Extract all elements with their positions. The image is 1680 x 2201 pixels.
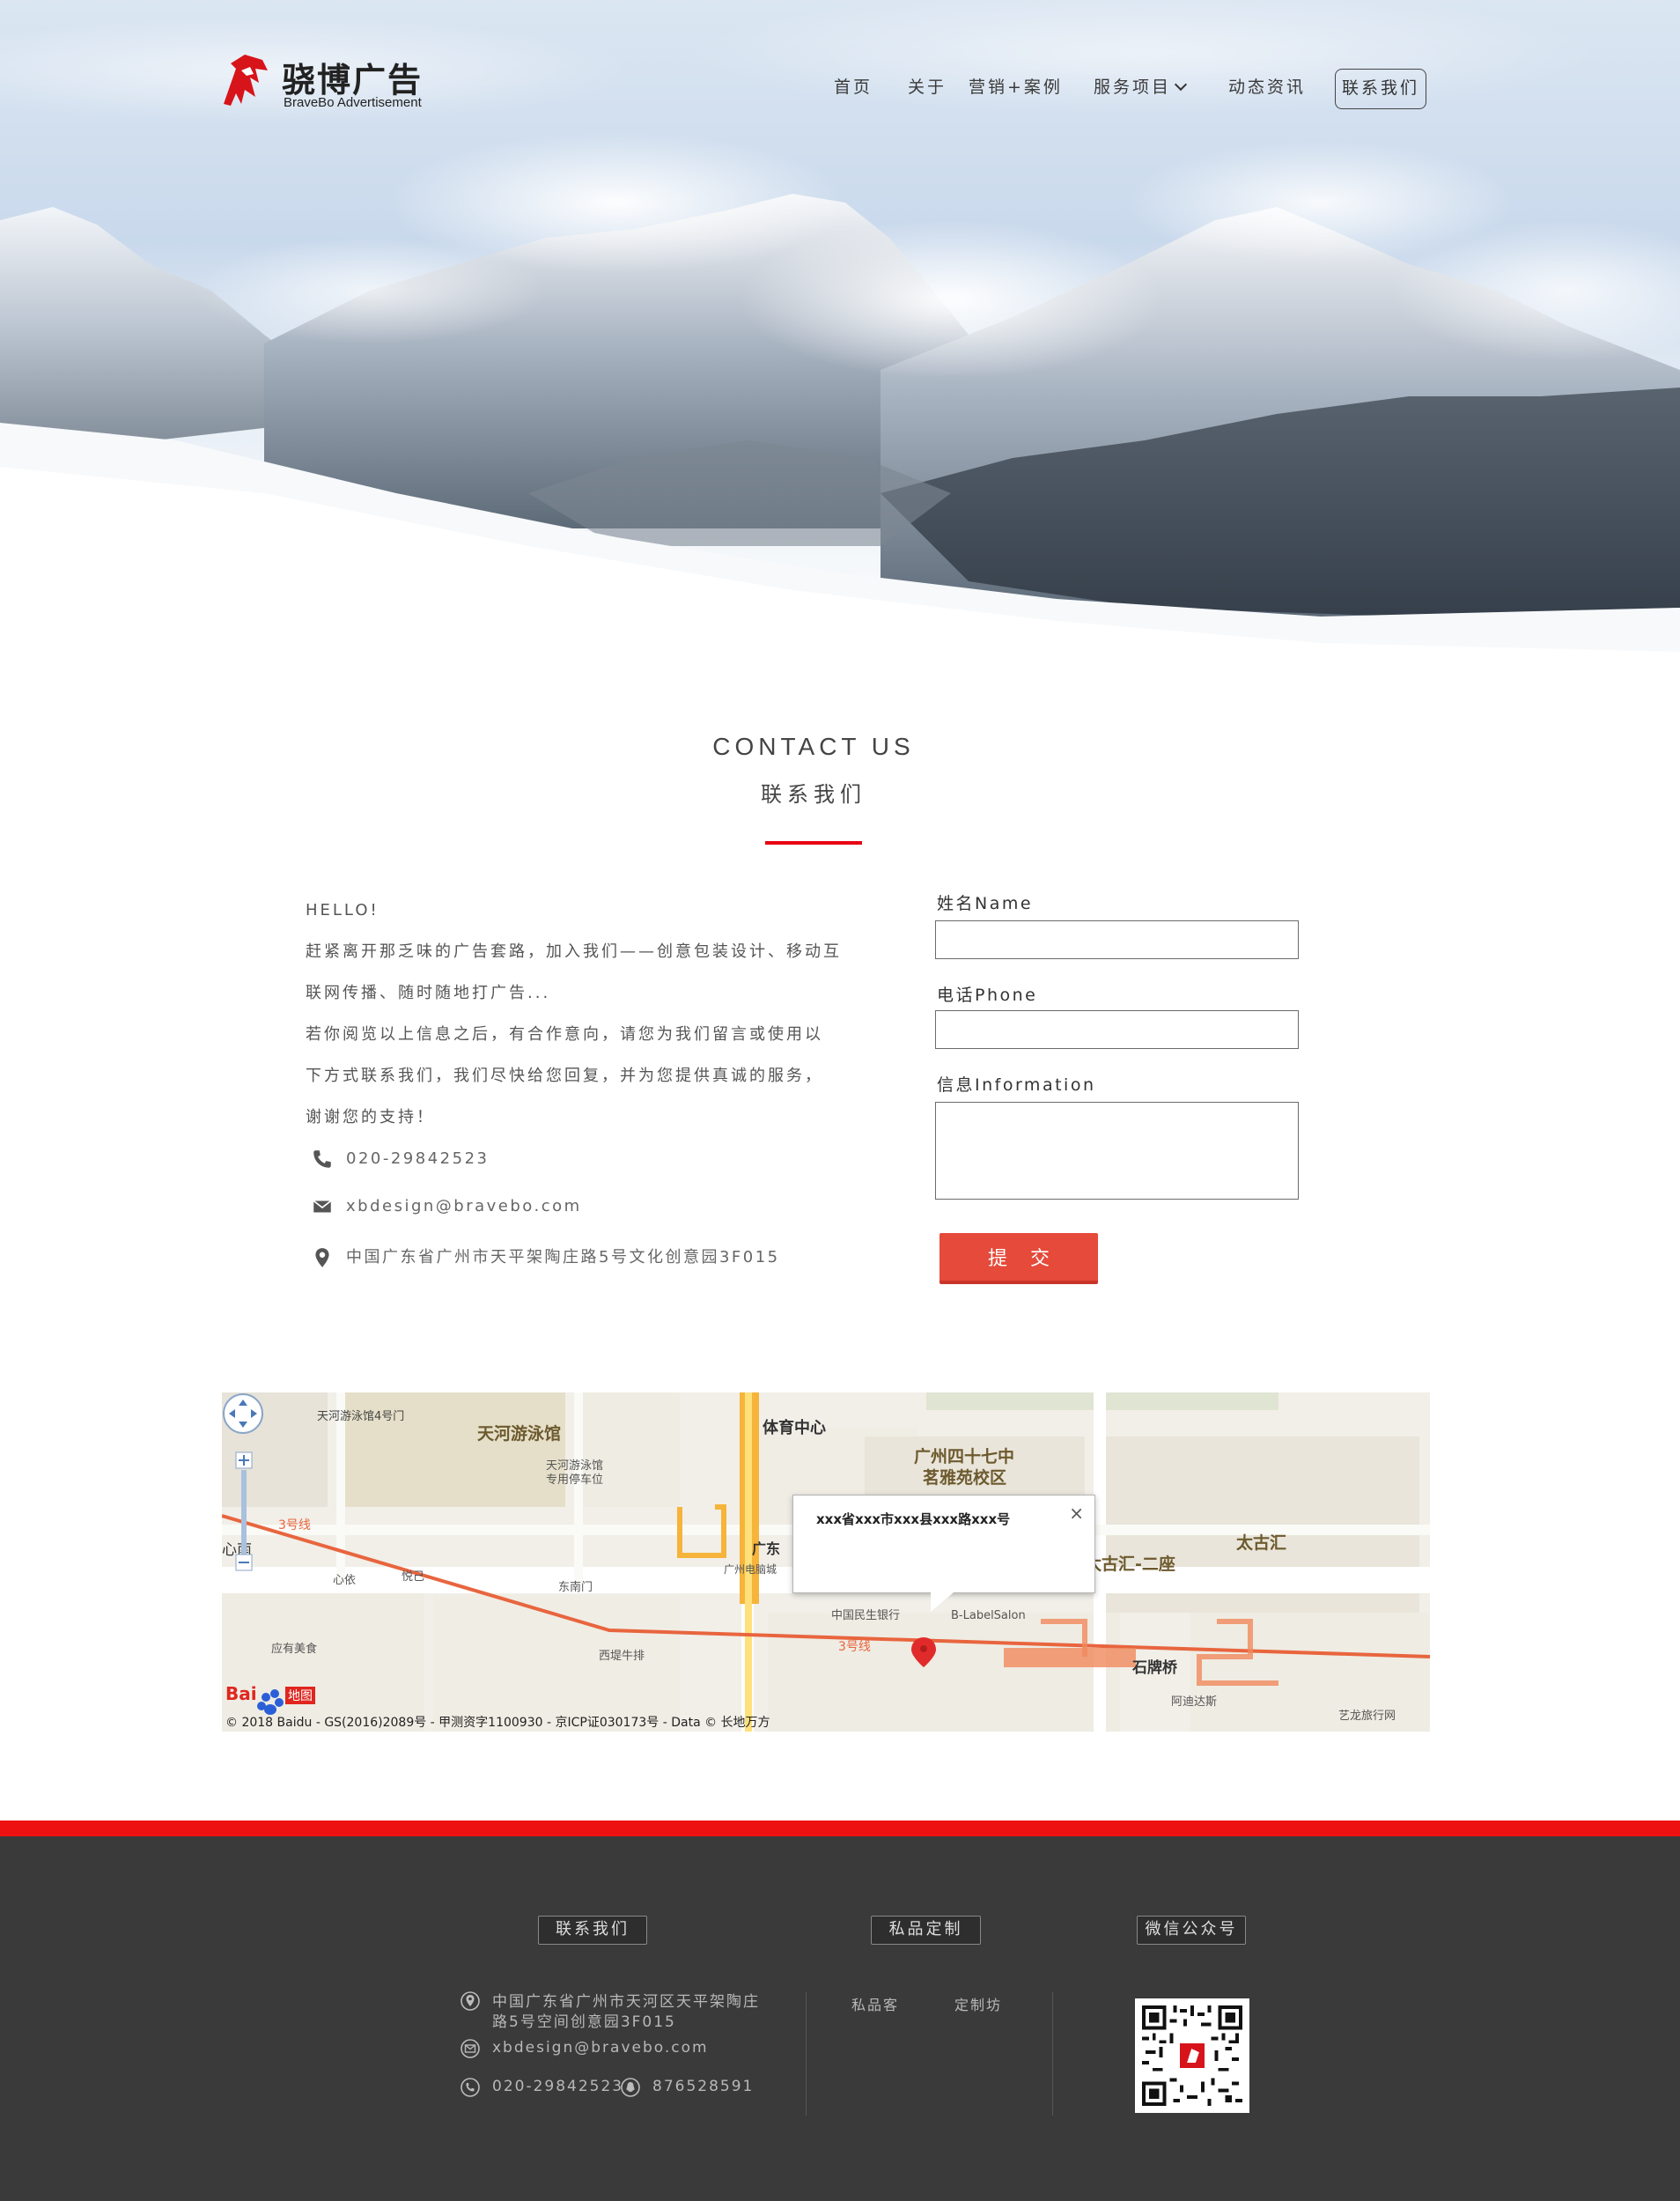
submit-button[interactable]: 提交 <box>939 1233 1098 1284</box>
map-label: 3号线 <box>278 1518 311 1533</box>
footer-divider <box>806 1992 807 2116</box>
footer-phone: 020-29842523 <box>492 2078 624 2095</box>
wechat-qr-code <box>1135 1998 1249 2113</box>
map-label: 天河游泳馆 <box>477 1424 562 1444</box>
section-title-en: CONTACT US <box>712 733 915 760</box>
map-label: 广东 <box>752 1540 781 1557</box>
contact-address: 中国广东省广州市天平架陶庄路5号文化创意园3F015 <box>311 1245 780 1271</box>
footer-custom-title: 私品定制 <box>871 1916 981 1945</box>
contact-address-text: 中国广东省广州市天平架陶庄路5号文化创意园3F015 <box>346 1248 780 1267</box>
contact-email-text: xbdesign@bravebo.com <box>346 1197 582 1215</box>
mail-icon <box>313 1200 332 1213</box>
phone-icon <box>313 1150 331 1168</box>
map-label: B-LabelSalon <box>951 1609 1026 1622</box>
contact-phone: 020-29842523 <box>311 1146 489 1172</box>
footer-accent-bar <box>0 1821 1680 1836</box>
location-pin-icon <box>461 1991 480 2011</box>
chevron-down-icon <box>1174 78 1188 92</box>
map-zoom-control[interactable] <box>222 1392 271 1577</box>
map-popup-address: xxx省xxx市xxx县xxx路xxx号 <box>816 1511 1011 1527</box>
name-input[interactable] <box>935 920 1299 959</box>
map-info-window: xxx省xxx市xxx县xxx路xxx号 × <box>792 1495 1095 1612</box>
intro-line: 下方式联系我们，我们尽快给您回复，并为您提供真诚的服务， <box>306 1067 823 1085</box>
map-label: 太古汇-二座 <box>1085 1555 1175 1574</box>
map-label: 太古汇 <box>1236 1533 1287 1553</box>
map-label: 阿迪达斯 <box>1171 1695 1218 1709</box>
intro-line: 联网传播、随时随地打广告... <box>306 984 551 1002</box>
location-map[interactable]: 天河游泳馆4号门 天河游泳馆 天河游泳馆 专用停车位 体育中心 广州四十七中 茗… <box>222 1392 1430 1732</box>
brand-logo[interactable]: 骁博广告 BraveBo Advertisement <box>215 51 426 111</box>
intro-line: 若你阅览以上信息之后，有合作意向，请您为我们留言或使用以 <box>306 1025 823 1044</box>
location-pin-icon <box>315 1248 329 1267</box>
intro-line: HELLO! <box>306 901 379 920</box>
phone-input[interactable] <box>935 1010 1299 1049</box>
logo-icon <box>224 55 268 106</box>
map-label: 西堤牛排 <box>599 1650 645 1663</box>
intro-line: 赶紧离开那乏味的广告套路，加入我们——创意包装设计、移动互 <box>306 942 842 961</box>
map-label: 石牌桥 <box>1132 1659 1177 1677</box>
contact-email: xbdesign@bravebo.com <box>311 1193 582 1220</box>
brand-name-cn: 骁博广告 <box>282 61 424 100</box>
footer-link-sipinke[interactable]: 私品客 <box>851 1993 899 2014</box>
nav-services-label: 服务项目 <box>1094 78 1172 97</box>
footer-divider <box>1052 1992 1053 2116</box>
footer-wechat-title: 微信公众号 <box>1137 1916 1246 1945</box>
footer-address-line2: 路5号空间创意园3F015 <box>492 2013 676 2031</box>
intro-line: 谢谢您的支持！ <box>306 1108 435 1126</box>
nav-contact-button[interactable]: 联系我们 <box>1335 69 1426 109</box>
nav-home[interactable]: 首页 <box>834 74 873 100</box>
map-provider-logo: Bai <box>225 1683 257 1704</box>
nav-cases[interactable]: 营销+案例 <box>969 74 1063 100</box>
footer-link-dingzhifang[interactable]: 定制坊 <box>954 1993 1002 2014</box>
info-textarea[interactable] <box>935 1102 1299 1200</box>
popup-tail <box>931 1592 954 1612</box>
name-label: 姓名Name <box>937 894 1034 913</box>
map-label: 天河游泳馆4号门 <box>317 1410 405 1423</box>
nav-about[interactable]: 关于 <box>908 74 947 100</box>
info-label: 信息Information <box>937 1075 1096 1095</box>
map-provider-logo-text: 地图 <box>285 1687 315 1704</box>
footer <box>0 1836 1680 2201</box>
title-underline <box>765 841 862 845</box>
close-icon[interactable]: × <box>1069 1503 1084 1524</box>
map-label: 广州四十七中 <box>914 1447 1015 1466</box>
intro-text: HELLO! 赶紧离开那乏味的广告套路，加入我们——创意包装设计、移动互 联网传… <box>306 890 843 1138</box>
contact-phone-text: 020-29842523 <box>346 1149 490 1168</box>
qq-icon <box>621 2078 640 2097</box>
nav-news[interactable]: 动态资讯 <box>1228 74 1306 100</box>
map-label: 体育中心 <box>763 1419 826 1437</box>
mail-icon <box>461 2039 480 2058</box>
footer-email[interactable]: xbdesign@bravebo.com <box>492 2039 709 2057</box>
phone-label: 电话Phone <box>937 986 1038 1005</box>
map-label: 广州电脑城 <box>724 1563 777 1576</box>
map-label: 心依 <box>333 1574 357 1587</box>
map-label: 茗雅苑校区 <box>923 1468 1007 1488</box>
footer-contact-title: 联系我们 <box>538 1916 647 1945</box>
map-label: 专用停车位 <box>546 1473 604 1487</box>
footer-address-line1: 中国广东省广州市天河区天平架陶庄 <box>492 1993 760 2011</box>
hero-banner: 骁博广告 BraveBo Advertisement 首页 关于 营销+案例 服… <box>0 0 1680 690</box>
section-title-cn: 联系我们 <box>761 782 866 807</box>
nav-services[interactable]: 服务项目 <box>1094 74 1188 100</box>
map-copyright: © 2018 Baidu - GS(2016)2089号 - 甲测资字11009… <box>225 1716 770 1730</box>
phone-icon <box>461 2078 480 2097</box>
brand-name-en: BraveBo Advertisement <box>284 95 422 110</box>
map-label: 艺龙旅行网 <box>1338 1710 1396 1723</box>
map-label: 应有美食 <box>271 1643 318 1656</box>
map-label: 3号线 <box>838 1640 871 1654</box>
map-label: 东南门 <box>558 1581 593 1594</box>
map-label: 悦己 <box>402 1570 425 1584</box>
map-label: 中国民生银行 <box>831 1609 901 1622</box>
footer-qq: 876528591 <box>652 2078 755 2095</box>
qr-code-icon <box>1142 2005 1242 2106</box>
